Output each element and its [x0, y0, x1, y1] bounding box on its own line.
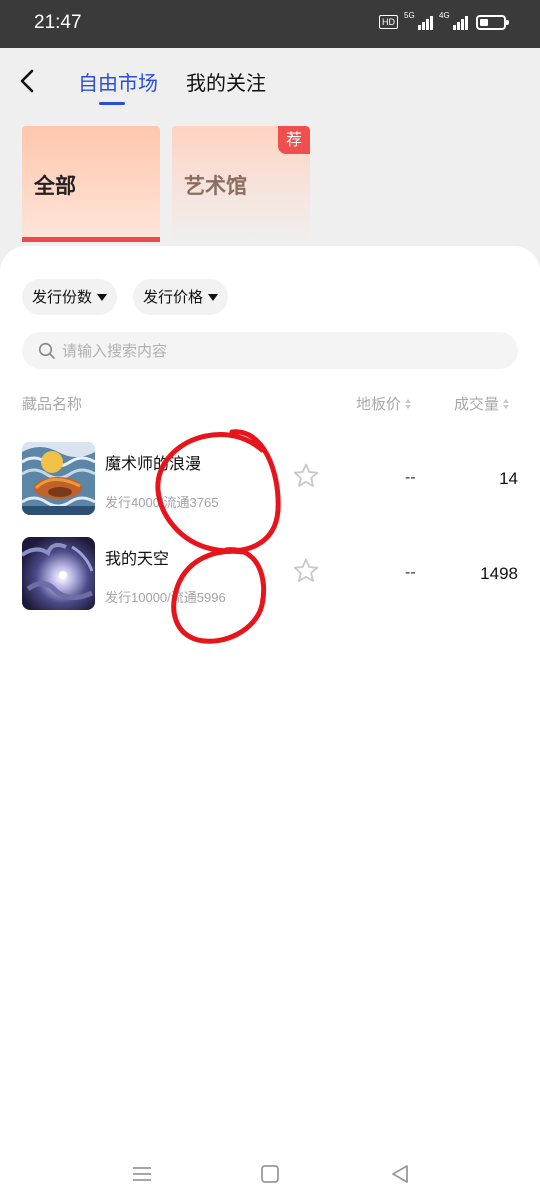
recent-apps-button[interactable]: [122, 1154, 162, 1194]
search-bar[interactable]: [22, 332, 518, 369]
filter-label: 发行价格: [143, 288, 204, 306]
follow-star-button[interactable]: [292, 462, 320, 490]
item-supply: 发行4000/流通3765: [105, 495, 219, 510]
market-list-panel: [0, 246, 540, 1204]
category-all[interactable]: 全部: [22, 126, 160, 242]
tab-my-follows[interactable]: 我的关注: [186, 67, 266, 96]
filter-issue-price[interactable]: 发行价格: [133, 279, 229, 315]
list-item[interactable]: 魔术师的浪漫 发行4000/流通3765 -- 14: [0, 438, 540, 518]
trade-volume: 14: [499, 469, 518, 488]
trade-volume: 1498: [480, 564, 518, 583]
sort-icon: [503, 398, 510, 409]
status-icons: HD 5G 4G: [379, 11, 509, 30]
selected-indicator: [22, 237, 160, 242]
item-title: 我的天空: [105, 549, 170, 568]
active-tab-indicator: [99, 102, 125, 105]
item-supply: 发行10000/流通5996: [105, 590, 226, 605]
menu-icon: [133, 1167, 151, 1181]
star-icon: [293, 558, 319, 582]
caret-down-icon: [97, 293, 108, 301]
recommend-badge: 荐: [278, 126, 310, 154]
column-header-name: 藏品名称: [22, 395, 83, 413]
search-icon: [38, 342, 55, 359]
home-button[interactable]: [250, 1154, 290, 1194]
search-input[interactable]: [62, 341, 482, 360]
battery-icon: [476, 14, 509, 30]
category-art-museum[interactable]: 艺术馆 荐: [172, 126, 310, 242]
back-button[interactable]: [14, 66, 40, 96]
caret-down-icon: [208, 293, 219, 301]
sort-icon: [405, 398, 412, 409]
status-time: 21:47: [34, 12, 82, 33]
filter-label: 发行份数: [32, 288, 93, 306]
square-home-icon: [261, 1165, 279, 1183]
signal-5g-icon: 5G: [404, 11, 433, 30]
hd-icon: HD: [379, 15, 398, 29]
column-header-floor-price[interactable]: 地板价: [356, 393, 412, 414]
signal-4g-icon: 4G: [439, 11, 468, 30]
artwork-thumbnail: [22, 537, 95, 610]
follow-star-button[interactable]: [292, 557, 320, 585]
triangle-back-icon: [392, 1165, 408, 1183]
system-nav-bar: [0, 1144, 540, 1204]
artwork-thumbnail: [22, 442, 95, 515]
category-label: 艺术馆: [184, 174, 247, 198]
tab-free-market[interactable]: 自由市场: [78, 67, 158, 96]
floor-price: --: [405, 469, 416, 486]
system-back-button[interactable]: [380, 1154, 420, 1194]
category-label: 全部: [34, 174, 76, 198]
floor-price: --: [405, 564, 416, 581]
column-header-volume[interactable]: 成交量: [454, 393, 510, 414]
filter-issue-count[interactable]: 发行份数: [22, 279, 118, 315]
status-bar: 21:47 HD 5G 4G: [0, 0, 540, 48]
star-icon: [293, 463, 319, 487]
item-title: 魔术师的浪漫: [105, 454, 202, 473]
list-item[interactable]: 我的天空 发行10000/流通5996 -- 1498: [0, 533, 540, 613]
chevron-left-icon: [20, 69, 34, 93]
